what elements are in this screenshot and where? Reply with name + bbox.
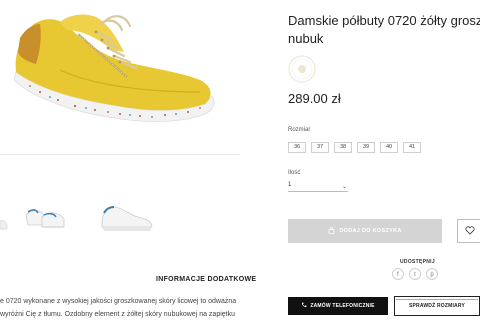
gallery-thumbnail-partial[interactable]	[0, 195, 8, 240]
size-option-37[interactable]: 37	[311, 142, 329, 153]
bag-icon	[328, 226, 335, 236]
order-by-phone-button[interactable]: ZAMÓW TELEFONICZNIE	[288, 297, 388, 315]
description-line: wyróżni Cię z tłumu. Ozdobny element z ż…	[0, 311, 235, 318]
product-title: Damskie półbuty 0720 żółty grosze nubuk	[288, 12, 480, 48]
gallery-thumbnail-side[interactable]	[98, 195, 154, 240]
add-to-cart-button[interactable]: DODAJ DO KOSZYKA	[288, 219, 442, 243]
gallery-thumbnail-pair[interactable]	[24, 195, 66, 240]
size-option-41[interactable]: 41	[403, 142, 421, 153]
size-option-36[interactable]: 36	[288, 142, 306, 153]
facebook-share-icon[interactable]: f	[392, 268, 404, 280]
pinterest-share-icon[interactable]: p	[426, 268, 438, 280]
product-price: 289.00 zł	[288, 91, 341, 106]
add-to-cart-label: DODAJ DO KOSZYKA	[339, 228, 402, 234]
product-title-line: Damskie półbuty 0720 żółty grosze	[288, 13, 480, 28]
check-sizes-accent-line	[396, 299, 478, 300]
additional-info-heading[interactable]: INFORMACJE DODATKOWE	[156, 276, 256, 283]
twitter-share-icon[interactable]: t	[409, 268, 421, 280]
chevron-down-icon[interactable]: ⌄	[342, 183, 347, 190]
heart-icon	[465, 222, 475, 240]
gallery-divider	[0, 154, 240, 155]
share-label: UDOSTĘPNIJ	[400, 259, 435, 265]
description-line: e 0720 wykonane z wysokiej jakości grosz…	[0, 298, 237, 305]
quantity-label: Ilość	[288, 170, 301, 176]
main-product-image[interactable]	[0, 0, 240, 155]
size-label: Rozmiar	[288, 127, 311, 133]
eco-leather-badge-icon	[287, 54, 317, 84]
order-by-phone-label: ZAMÓW TELEFONICZNIE	[310, 303, 375, 309]
product-title-line: nubuk	[288, 31, 324, 46]
size-option-39[interactable]: 39	[357, 142, 375, 153]
phone-icon	[301, 302, 307, 310]
size-option-40[interactable]: 40	[380, 142, 398, 153]
wishlist-button[interactable]	[457, 219, 480, 243]
size-option-38[interactable]: 38	[334, 142, 352, 153]
quantity-select[interactable]: 1	[288, 180, 348, 192]
